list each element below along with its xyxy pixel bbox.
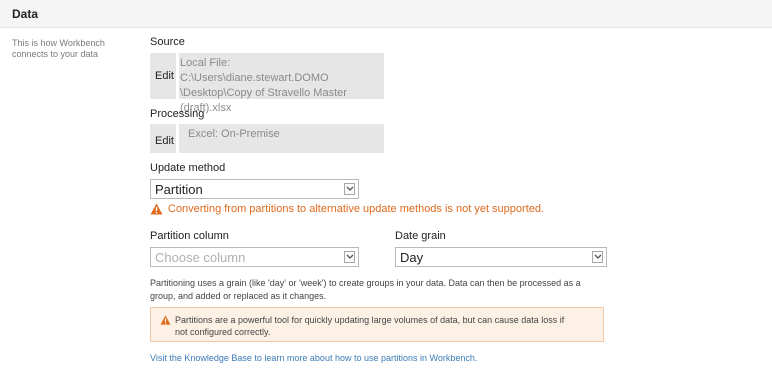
chevron-down-icon[interactable] — [344, 183, 355, 195]
source-box: Edit Local File: C:\Users\diane.stewart.… — [150, 53, 384, 114]
update-method-heading: Update method — [150, 162, 226, 174]
processing-box: Edit Excel: On-Premise — [150, 124, 384, 153]
section-title: Data — [12, 7, 39, 21]
processing-value: Excel: On-Premise — [188, 128, 280, 140]
processing-divider — [176, 124, 179, 153]
update-method-warning: Converting from partitions to alternativ… — [150, 203, 544, 215]
partition-alert: Partitions are a powerful tool for quick… — [150, 307, 604, 342]
warning-icon — [150, 203, 163, 215]
update-method-select[interactable]: Partition — [150, 179, 359, 199]
processing-heading: Processing — [150, 108, 205, 120]
chevron-down-icon[interactable] — [592, 251, 603, 263]
date-grain-heading: Date grain — [395, 230, 446, 242]
partition-help-text: Partitioning uses a grain (like 'day' or… — [150, 278, 581, 301]
processing-edit-button[interactable]: Edit — [155, 135, 174, 147]
warning-icon — [160, 315, 171, 325]
knowledge-base-link[interactable]: Visit the Knowledge Base to learn more a… — [150, 353, 477, 363]
source-path: Local File: C:\Users\diane.stewart.DOMO … — [180, 56, 380, 116]
source-divider — [176, 53, 179, 99]
source-path-line: \Desktop\Copy of Stravello Master — [180, 87, 347, 99]
date-grain-select[interactable]: Day — [395, 247, 607, 267]
source-heading: Source — [150, 36, 185, 48]
source-path-line: (draft).xlsx — [180, 102, 232, 114]
source-edit-button[interactable]: Edit — [155, 70, 174, 82]
section-description: This is how Workbench connects to your d… — [12, 38, 105, 59]
warning-text: Converting from partitions to alternativ… — [168, 203, 545, 215]
partition-column-select[interactable]: Choose column — [150, 247, 359, 267]
partition-column-heading: Partition column — [150, 230, 229, 242]
source-path-line: Local File: C:\Users\diane.stewart.DOMO — [180, 57, 329, 84]
chevron-down-icon[interactable] — [344, 251, 355, 263]
update-method-value: Partition — [155, 182, 203, 197]
date-grain-value: Day — [400, 250, 424, 265]
alert-text: Partitions are a powerful tool for quick… — [175, 315, 565, 337]
partition-column-placeholder: Choose column — [155, 250, 246, 265]
section-header: Data — [0, 0, 772, 28]
